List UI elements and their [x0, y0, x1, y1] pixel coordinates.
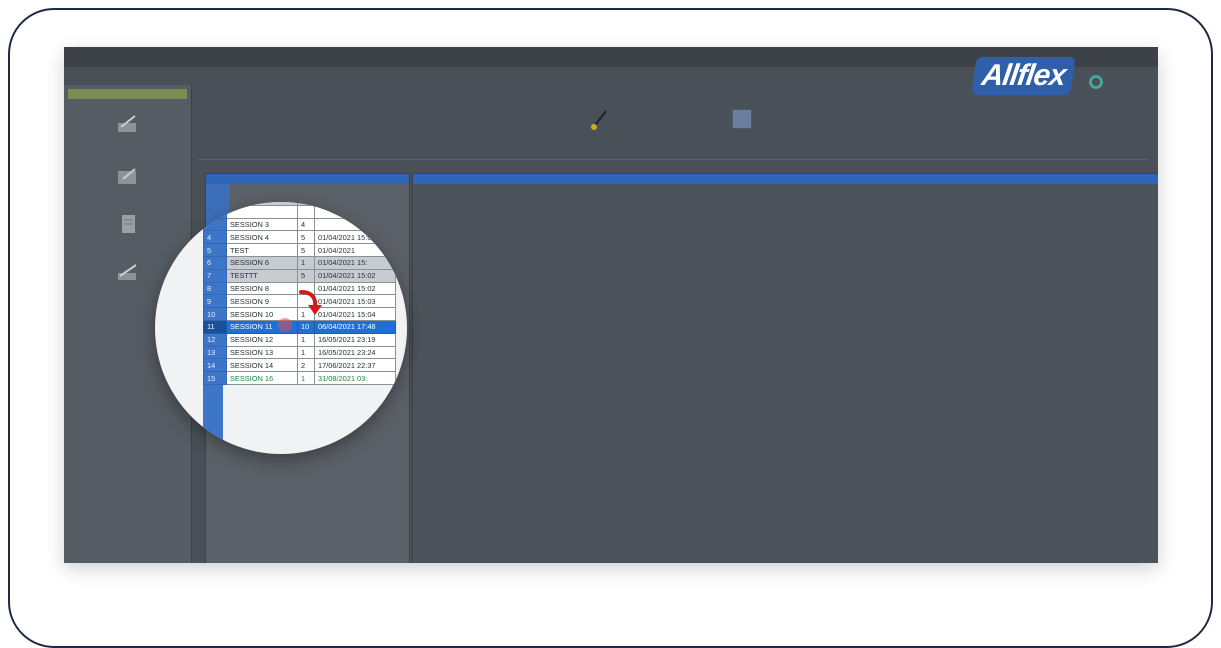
cell-date[interactable]: 01/04/2021 15:04 — [314, 307, 396, 321]
sidebar-item-2[interactable] — [64, 165, 191, 187]
cell-count[interactable]: 5 — [297, 243, 315, 257]
cell-num[interactable]: 4 — [203, 230, 227, 245]
brand-logo: Allflex — [971, 57, 1076, 95]
cell-date[interactable]: 16/05/2021 23:19 — [314, 332, 396, 347]
cell-date[interactable]: 01/04/2021 — [314, 243, 396, 257]
cell-name[interactable]: TEST — [226, 243, 298, 257]
sidebar-item-sessions[interactable] — [64, 113, 191, 135]
table-header — [206, 174, 409, 184]
cell-num[interactable]: 15 — [203, 371, 227, 385]
cell-name[interactable]: SESSION 9 — [226, 294, 298, 309]
curved-arrow-icon — [299, 290, 322, 315]
table-row[interactable]: 6 SESSION 6 1 01/04/2021 15: — [203, 255, 396, 270]
cell-num[interactable]: 11 — [203, 319, 227, 334]
cell-date[interactable]: 17/06/2021 22:37 — [314, 358, 396, 373]
pen-icon — [117, 264, 137, 280]
sidebar-header[interactable] — [68, 89, 187, 99]
table-row[interactable] — [203, 204, 396, 219]
table-row[interactable]: 4 SESSION 4 5 01/04/2021 15:06 — [203, 230, 396, 245]
table-row[interactable]: 15 SESSION 16 1 31/08/2021 03: — [203, 371, 396, 385]
cell-name[interactable]: SESSION 6 — [226, 255, 298, 270]
brand-icon — [1089, 75, 1103, 89]
cell-num[interactable]: 13 — [203, 345, 227, 360]
cell-num[interactable]: 9 — [203, 294, 227, 309]
cell-num[interactable]: 8 — [203, 281, 227, 296]
pen-icon — [117, 168, 136, 184]
table-row[interactable]: 11 SESSION 11 10 06/04/2021 17:48 — [203, 319, 396, 334]
cell-date[interactable] — [314, 217, 396, 232]
cell-count[interactable] — [297, 204, 315, 219]
table-row[interactable]: SESSION 34 — [203, 217, 396, 232]
cell-count[interactable]: 5 — [297, 230, 315, 245]
cell-date[interactable]: 01/04/2021 15:02 — [314, 268, 396, 283]
pen-icon — [117, 115, 136, 132]
cell-count[interactable]: 5 — [297, 268, 315, 283]
document-icon — [121, 215, 135, 233]
cell-date[interactable]: 16/05/2021 23:24 — [314, 345, 396, 360]
cell-count[interactable]: 1 — [297, 371, 315, 385]
cell-count[interactable]: 1 — [297, 345, 315, 360]
cell-date[interactable]: 01/04/2021 15:06 — [314, 230, 396, 245]
cursor-highlight — [278, 318, 292, 332]
cell-name[interactable]: SESSION 16 — [226, 371, 298, 385]
cell-count[interactable]: 10 — [297, 319, 315, 334]
edit-tool-icon[interactable] — [584, 105, 614, 135]
cell-date[interactable]: 06/04/2021 17:48 — [314, 319, 396, 334]
table-row[interactable]: 12 SESSION 12 1 16/05/2021 23:19 — [203, 332, 396, 347]
cell-date[interactable] — [314, 204, 396, 219]
cell-num[interactable]: 7 — [203, 268, 227, 283]
cell-num[interactable]: 6 — [203, 255, 227, 270]
detail-table-header — [413, 174, 1158, 184]
cell-num[interactable]: 5 — [203, 243, 227, 257]
table-row[interactable]: 13 SESSION 13 1 16/05/2021 23:24 — [203, 345, 396, 360]
magnifier-lens: SESSION 1SESSION 344SESSION 4501/04/2021… — [155, 202, 407, 454]
sidebar-item-3[interactable] — [64, 213, 191, 235]
table-row[interactable]: 7 TESTTT 5 01/04/2021 15:02 — [203, 268, 396, 283]
cell-num[interactable]: 12 — [203, 332, 227, 347]
cell-count[interactable]: 4 — [297, 217, 315, 232]
toolbar-divider — [198, 159, 1148, 160]
cell-num[interactable]: 14 — [203, 358, 227, 373]
cell-count[interactable]: 2 — [297, 358, 315, 373]
cell-name[interactable] — [226, 204, 298, 219]
table-row[interactable]: 5 TEST 5 01/04/2021 — [203, 243, 396, 257]
cell-name[interactable]: SESSION 14 — [226, 358, 298, 373]
detail-table — [412, 173, 1158, 563]
cell-name[interactable]: SESSION 13 — [226, 345, 298, 360]
cell-count[interactable]: 1 — [297, 255, 315, 270]
cell-date[interactable]: 31/08/2021 03: — [314, 371, 396, 385]
cell-date[interactable]: 01/04/2021 15:02 — [314, 281, 396, 296]
cell-date[interactable]: 01/04/2021 15: — [314, 255, 396, 270]
cell-date[interactable]: 01/04/2021 15:03 — [314, 294, 396, 309]
cell-name[interactable]: SESSION 12 — [226, 332, 298, 347]
cell-name[interactable]: SESSION 3 — [226, 217, 298, 232]
cell-num[interactable]: 10 — [203, 307, 227, 321]
cell-name[interactable]: TESTTT — [226, 268, 298, 283]
cell-num[interactable] — [203, 204, 227, 219]
cell-num[interactable] — [203, 217, 227, 232]
grid-icon[interactable] — [732, 109, 752, 129]
cell-name[interactable]: SESSION 4 — [226, 230, 298, 245]
cell-count[interactable]: 1 — [297, 332, 315, 347]
table-row[interactable]: 14 SESSION 14 2 17/06/2021 22:37 — [203, 358, 396, 373]
cell-name[interactable]: SESSION 8 — [226, 281, 298, 296]
